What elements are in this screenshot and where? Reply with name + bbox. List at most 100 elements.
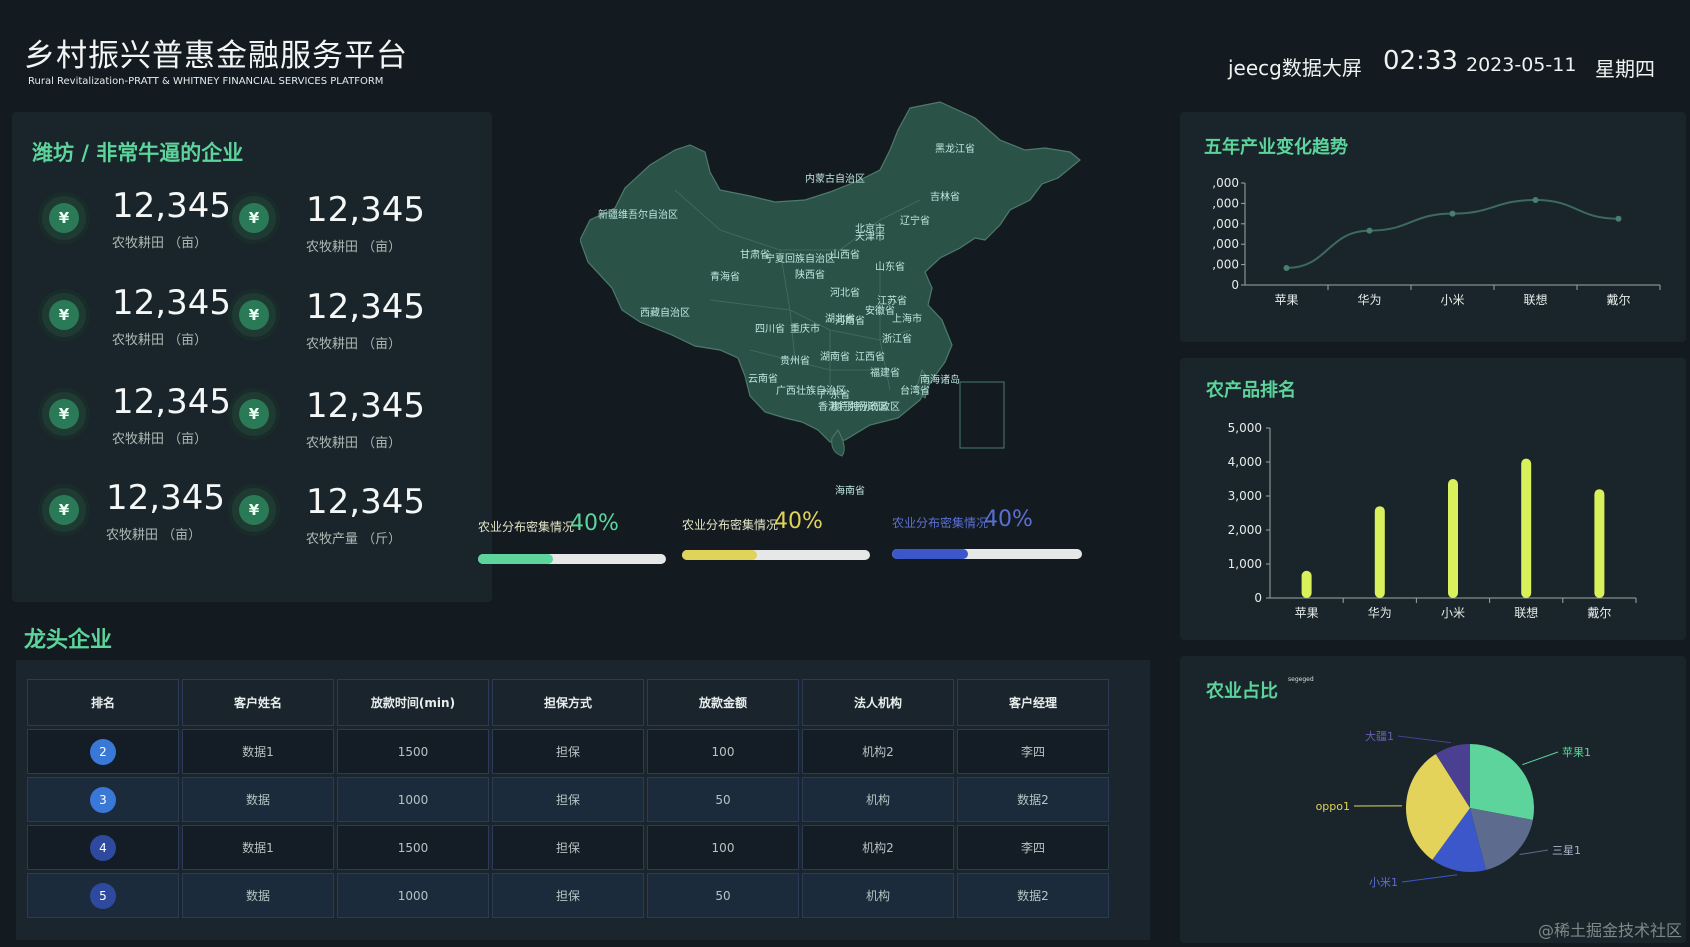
coin-icon: ¥ [232,488,276,532]
progress-label: 农业分布密集情况 [478,520,575,534]
x-tick-label: 小米 [1440,293,1464,307]
column-header: 放款金额 [647,679,799,726]
map-province-label: 四川省 [755,322,785,335]
share-pie-chart: 苹果1 三星1 小米1 oppo1 大疆1 [1316,729,1591,889]
x-tick-label: 联想 [1514,605,1538,620]
coin-icon: ¥ [42,196,86,240]
stat-label: 农牧耕田 （亩） [112,236,208,251]
stat-label: 农牧耕田 （亩） [306,337,402,352]
pie-label-line [1401,874,1458,883]
progress-value: 40% [984,507,1033,532]
trend-point [1366,227,1373,234]
stat-value: 12,345 [112,186,231,226]
column-header: 放款时间(min) [337,679,489,726]
stat-value: 12,345 [306,190,425,230]
rank-cell: 5 [27,873,179,918]
rank-badge: 2 [90,738,116,765]
map-province-label: 宁夏回族自治区 [765,252,835,265]
stat-label: 农牧耕田 （亩） [106,528,202,543]
y-tick-label: 1,000 [1228,557,1262,571]
stat-card: ¥12,345 农牧耕田 （亩） [232,287,442,383]
map-province-label: 黑龙江省 [935,142,975,155]
stat-card: ¥12,345 农牧耕田 （亩） [232,190,442,286]
table-cell: 机构2 [802,729,954,774]
table-cell: 1500 [337,825,489,870]
table-row[interactable]: 4 数据1 1500 担保 100 机构2 李四 [27,825,1109,870]
table-row[interactable]: 3 数据 1000 担保 50 机构 数据2 [27,777,1109,822]
x-tick-label: 戴尔 [1587,605,1611,620]
pie-small-label: segeged [1288,676,1314,683]
table-cell: 李四 [957,825,1109,870]
progress-track [892,549,1082,559]
bar [1301,570,1312,598]
progress-fill [682,550,758,560]
map-province-label: 湖南省 [820,350,850,363]
bar [1521,458,1532,598]
table-cell: 数据 [182,777,334,822]
rank-cell: 3 [27,777,179,822]
progress-track [478,554,666,564]
progress-track [682,550,870,560]
stat-value: 12,345 [306,482,425,522]
table-cell: 1000 [337,873,489,918]
progress-value: 40% [774,509,823,534]
table-cell: 机构 [802,777,954,822]
table-cell: 50 [647,873,799,918]
table-row[interactable]: 2 数据1 1500 担保 100 机构2 李四 [27,729,1109,774]
map-province-label: 内蒙古自治区 [805,172,865,185]
stat-label: 农牧耕田 （亩） [306,240,402,255]
column-header: 法人机构 [802,679,954,726]
stat-card: ¥12,345 农牧耕田 （亩） [42,478,252,578]
leaders-table: 排名 客户姓名 放款时间(min) 担保方式 放款金额 法人机构 客户经理 2 数据1 1500… [24,676,1112,921]
china-map[interactable]: 黑龙江省内蒙古自治区吉林省新疆维吾尔自治区辽宁省北京市天津市甘肃省宁夏回族自治区… [580,100,1100,660]
leaders-title: 龙头企业 [24,628,113,653]
clock-date: 2023-05-11 [1466,54,1577,76]
y-tick-label: ,000 [1212,217,1239,231]
bar [1448,479,1458,598]
map-province-label: 河北省 [830,286,860,299]
stat-value: 12,345 [112,283,231,323]
table-row[interactable]: 5 数据 1000 担保 50 机构 数据2 [27,873,1109,918]
map-province-label: 辽宁省 [900,214,930,227]
progress-label: 农业分布密集情况 [682,518,779,532]
y-tick-label: 3,000 [1228,489,1262,503]
stat-value: 12,345 [112,382,231,422]
south-china-sea-box [959,381,1005,449]
x-tick-label: 戴尔 [1606,292,1630,307]
map-province-label: 安徽省 [865,304,895,317]
trend-point [1449,210,1456,217]
pie-label: oppo1 [1316,800,1350,813]
table-cell: 数据 [182,873,334,918]
map-province-label: 湖北省 [825,312,855,325]
trend-point [1532,197,1539,203]
coin-icon: ¥ [232,196,276,240]
map-province-label: 新疆维吾尔自治区 [598,208,678,221]
y-tick-label: 4,000 [1228,455,1262,469]
trend-line [1286,198,1619,269]
trend-line-chart: ,000 ,000 ,000 ,000 ,000 0 苹果 华为 小米 联想 戴尔 [1212,176,1661,307]
table-cell: 100 [647,825,799,870]
stat-label: 农牧耕田 （亩） [112,333,208,348]
stat-card: ¥12,345 农牧耕田 （亩） [42,382,252,482]
y-tick-label: ,000 [1212,258,1239,272]
stat-value: 12,345 [106,478,225,518]
table-cell: 担保 [492,873,644,918]
trend-point [1283,265,1290,271]
stat-card: ¥12,345 农牧耕田 （亩） [42,186,252,286]
pie-title: 农业占比 [1206,681,1278,702]
table-cell: 机构 [802,873,954,918]
x-tick-label: 联想 [1523,292,1547,307]
map-province-label: 澳门特别行政区 [830,400,900,413]
map-province-label: 江西省 [855,350,885,363]
rank-badge: 5 [90,882,116,909]
x-tick-label: 苹果 [1295,606,1319,620]
table-cell: 担保 [492,729,644,774]
table-cell: 数据2 [957,873,1109,918]
map-province-label: 海南省 [835,484,865,497]
map-province-label: 南海诸岛 [920,373,960,386]
stats-panel-title: 潍坊 / 非常牛逼的企业 [32,141,244,165]
page-subtitle: Rural Revitalization-PRATT & WHITNEY FIN… [28,76,384,87]
coin-icon: ¥ [232,293,276,337]
y-tick-label: 0 [1254,591,1262,605]
map-province-label: 上海市 [892,312,922,325]
